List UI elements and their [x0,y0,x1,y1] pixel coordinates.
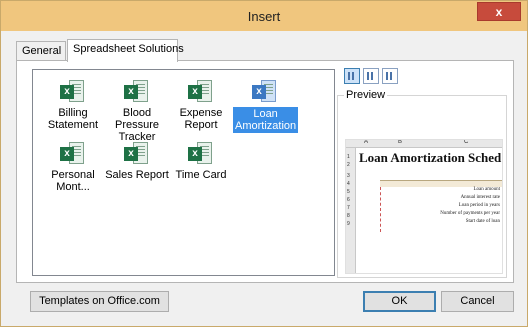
template-blood-pressure-tracker[interactable]: x Blood Pressure Tracker [105,80,169,143]
preview-row-9: 9 [347,221,350,227]
template-label: Expense Report [179,107,223,131]
preview-label: Preview [344,89,388,101]
preview-group: Preview A B C 1 2 3 4 5 6 7 8 9 Loan Amo… [337,89,507,278]
large-icons-view-icon[interactable] [344,68,360,84]
templates-on-office-button[interactable]: Templates on Office.com [30,291,169,312]
template-label: Loan Amortization [233,107,299,133]
preview-header-band [380,180,502,187]
preview-column-header: A B C [346,139,502,148]
cancel-button[interactable]: Cancel [441,291,514,312]
insert-dialog: Insert x General Spreadsheet Solutions x… [0,0,528,327]
template-list[interactable]: x Billing Statement x Blood Pressure Tra… [32,69,335,276]
preview-row-6: 6 [347,197,350,203]
details-view-icon[interactable] [382,68,398,84]
preview-row-7: 7 [347,205,350,211]
preview-field: Start date of loan [465,219,500,224]
template-label: Billing Statement [47,107,99,131]
excel-template-icon: x [188,80,214,104]
template-loan-amortization[interactable]: x Loan Amortization [233,80,299,133]
preview-row-header: 1 2 3 4 5 6 7 8 9 [346,148,356,273]
excel-template-icon: x [124,142,150,166]
preview-field: Annual interest rate [460,195,500,200]
template-label: Personal Mont... [51,169,95,193]
template-sales-report[interactable]: x Sales Report [105,142,169,181]
preview-row-3: 3 [347,173,350,179]
template-label: Time Card [175,169,227,181]
template-label: Sales Report [105,169,169,181]
preview-row-8: 8 [347,213,350,219]
preview-dashed-border [380,187,381,232]
list-view-icon[interactable] [363,68,379,84]
excel-template-icon: x [60,80,86,104]
ok-button[interactable]: OK [363,291,436,312]
template-expense-report[interactable]: x Expense Report [169,80,233,131]
preview-row-1: 1 [347,154,350,160]
preview-col-b: B [398,139,403,145]
dialog-title: Insert [247,9,281,24]
title-bar[interactable]: Insert x [1,1,527,31]
preview-row-2: 2 [347,162,350,168]
preview-image: A B C 1 2 3 4 5 6 7 8 9 Loan Amortizatio… [345,139,503,274]
template-personal-monthly[interactable]: x Personal Mont... [41,142,105,193]
preview-field: Loan period in years [458,203,500,208]
preview-col-a: A [364,139,369,145]
preview-field: Number of payments per year [440,211,500,216]
excel-template-icon: x [252,80,278,104]
excel-template-icon: x [124,80,150,104]
preview-field: Loan amount [473,187,500,192]
template-label: Blood Pressure Tracker [114,107,160,143]
tab-spreadsheet-solutions[interactable]: Spreadsheet Solutions [67,39,184,62]
excel-template-icon: x [188,142,214,166]
template-time-card[interactable]: x Time Card [169,142,233,181]
preview-sheet-title: Loan Amortization Sched [359,150,502,165]
template-billing-statement[interactable]: x Billing Statement [41,80,105,131]
preview-row-5: 5 [347,189,350,195]
excel-template-icon: x [60,142,86,166]
tab-general[interactable]: General [16,41,66,61]
tab-panel: x Billing Statement x Blood Pressure Tra… [16,60,514,283]
preview-row-4: 4 [347,181,350,187]
preview-col-c: C [464,139,469,145]
close-button[interactable]: x [477,2,521,21]
